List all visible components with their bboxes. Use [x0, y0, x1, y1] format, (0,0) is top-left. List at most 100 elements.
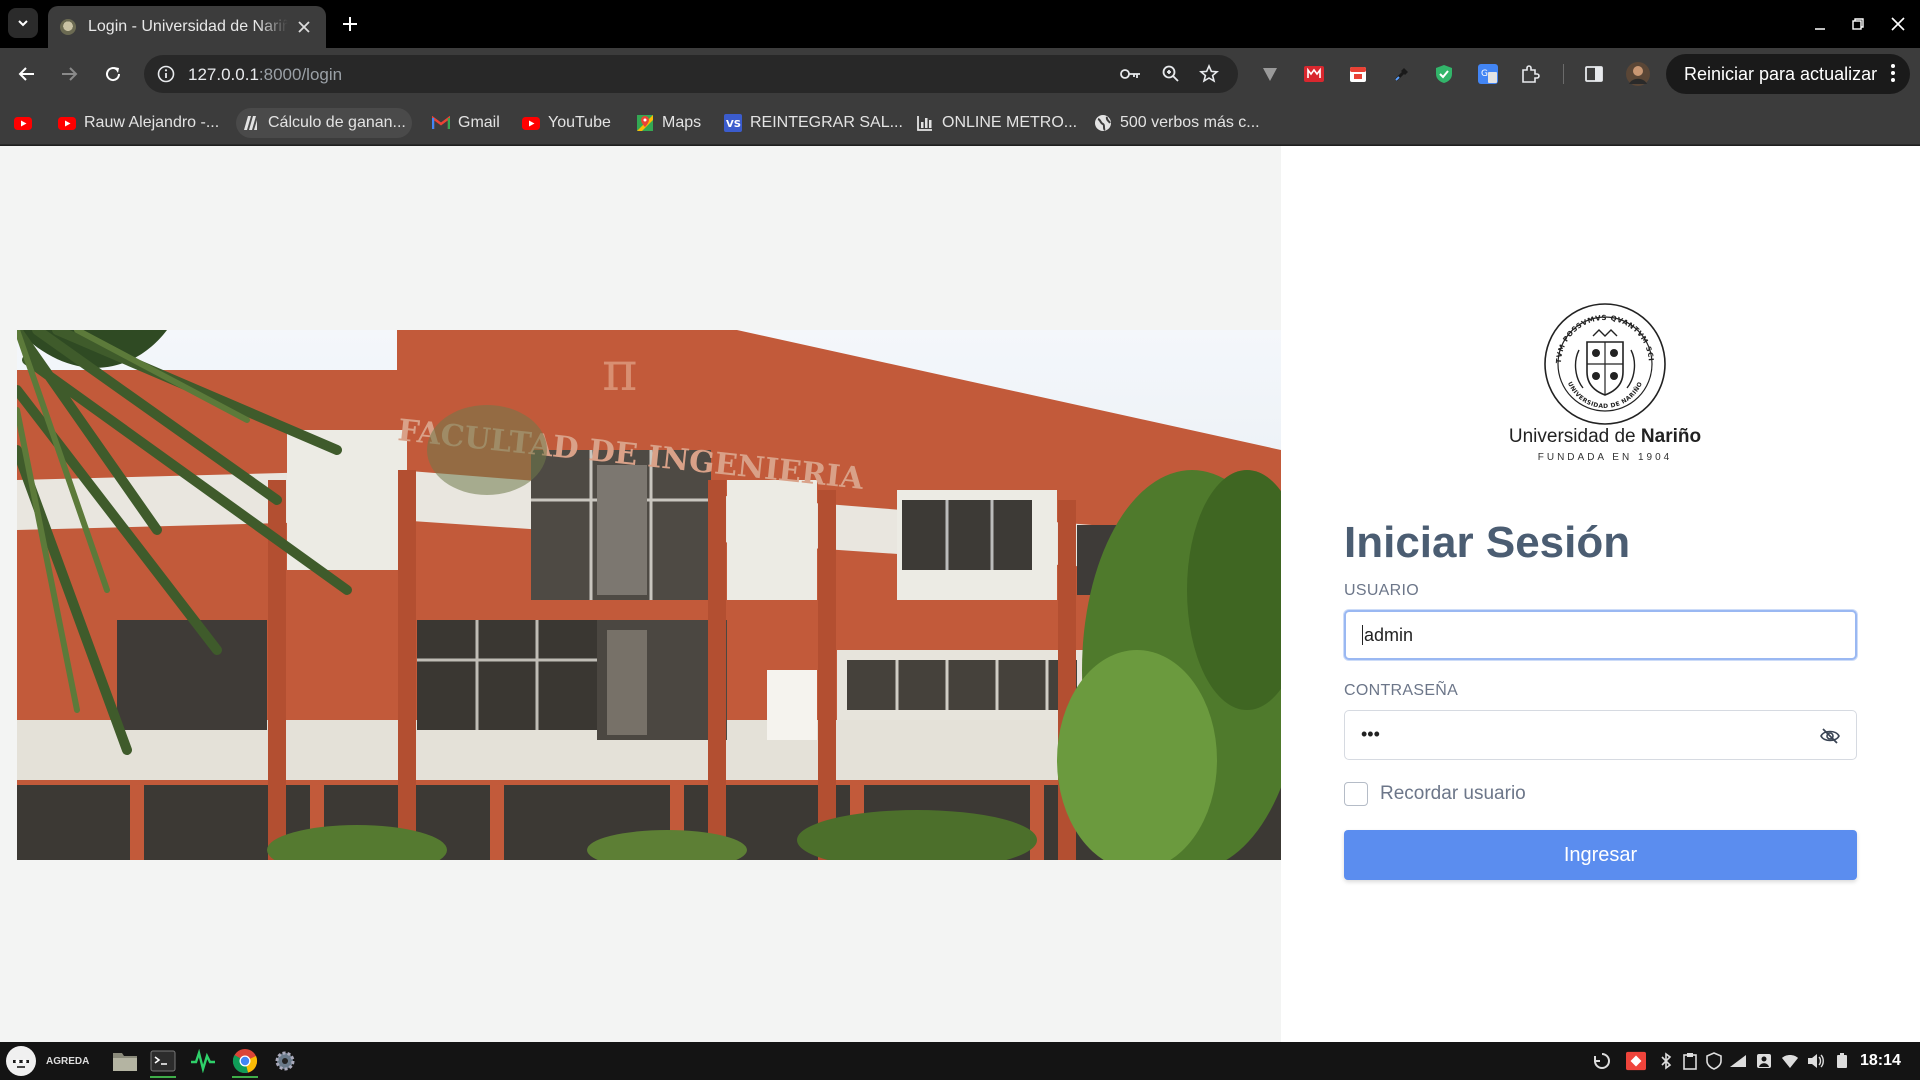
- battery-icon[interactable]: [1832, 1051, 1852, 1071]
- puzzle-extensions-icon[interactable]: [1518, 62, 1542, 86]
- bluetooth-icon[interactable]: [1656, 1051, 1676, 1071]
- shield-extension-icon[interactable]: [1432, 62, 1456, 86]
- svg-text:π: π: [602, 340, 638, 403]
- bookmark-item[interactable]: YouTube: [516, 108, 617, 138]
- tab-title: Login - Universidad de Nariño: [88, 18, 288, 35]
- bookmark-label: Cálculo de ganan...: [268, 114, 406, 131]
- relaunch-update-button[interactable]: Reiniciar para actualizar: [1666, 54, 1910, 94]
- mega-extension-icon[interactable]: [1302, 62, 1326, 86]
- page-content: FACULTAD DE INGENIERIA π TVM POSSVMVS QV…: [0, 146, 1920, 1042]
- login-title: Iniciar Sesión: [1344, 518, 1631, 567]
- user-avatar-icon: [6, 1046, 36, 1076]
- bookmark-star-icon[interactable]: [1198, 63, 1220, 85]
- gmail-icon: [432, 114, 450, 132]
- tab-search-button[interactable]: [8, 8, 38, 38]
- profile-avatar-icon[interactable]: [1626, 62, 1650, 86]
- password-value: •••: [1361, 724, 1380, 744]
- url-host: 127.0.0.1: [188, 65, 259, 84]
- bookmark-item[interactable]: 500 verbos más c...: [1088, 108, 1266, 138]
- clipboard-icon[interactable]: [1680, 1051, 1700, 1071]
- text-caret: [1362, 625, 1363, 645]
- username-label: USUARIO: [1344, 582, 1419, 599]
- bookmarks-bar: Rauw Alejandro -... Cálculo de ganan... …: [0, 100, 1920, 145]
- password-field[interactable]: •••: [1344, 710, 1857, 760]
- chevron-down-icon: [18, 20, 28, 27]
- bookmark-label: Maps: [662, 114, 702, 131]
- university-subtitle: FUNDADA EN 1904: [1537, 452, 1673, 463]
- new-tab-button[interactable]: [336, 10, 364, 38]
- arrow-left-icon: [18, 67, 34, 81]
- reload-icon: [106, 67, 121, 82]
- files-app-icon[interactable]: [108, 1044, 142, 1078]
- arrow-right-icon: [62, 67, 78, 81]
- bookmark-item[interactable]: Cálculo de ganan...: [236, 108, 412, 138]
- close-window-button[interactable]: [1884, 10, 1912, 38]
- url-path: :8000/login: [258, 65, 343, 84]
- active-tab[interactable]: Login - Universidad de Nariño: [48, 6, 326, 48]
- remember-user-row[interactable]: Recordar usuario: [1344, 782, 1526, 806]
- terminal-app-icon[interactable]: [146, 1044, 180, 1078]
- university-name-regular: Universidad de: [1508, 426, 1641, 447]
- close-icon: [1891, 17, 1905, 31]
- university-name: Universidad de Nariño: [1505, 426, 1705, 448]
- calendar-extension-icon[interactable]: [1346, 62, 1370, 86]
- chrome-app-icon[interactable]: [228, 1044, 262, 1078]
- user-menu[interactable]: AGREDA: [6, 1046, 89, 1076]
- bookmark-item[interactable]: Gmail: [426, 108, 506, 138]
- toolbar-separator: [1563, 64, 1564, 84]
- vimeo-extension-icon[interactable]: [1258, 62, 1282, 86]
- username-value-wrap: admin: [1362, 625, 1413, 646]
- login-submit-button[interactable]: Ingresar: [1344, 830, 1857, 880]
- volume-icon[interactable]: [1806, 1051, 1826, 1071]
- bookmark-item[interactable]: Maps: [630, 108, 707, 138]
- svg-text:VS: VS: [726, 119, 741, 130]
- more-vert-icon[interactable]: [1890, 63, 1896, 88]
- settings-app-icon[interactable]: [268, 1044, 302, 1078]
- bookmark-item[interactable]: Rauw Alejandro -...: [52, 108, 225, 138]
- key-icon[interactable]: [1120, 63, 1142, 85]
- site-info-icon[interactable]: [154, 62, 178, 86]
- browser-toolbar: 127.0.0.1:8000/login G Reiniciar para ac…: [0, 48, 1920, 100]
- zoom-icon[interactable]: [1160, 63, 1182, 85]
- restore-button[interactable]: [1844, 10, 1872, 38]
- shield-tray-icon[interactable]: [1704, 1051, 1724, 1071]
- sync-icon[interactable]: [1592, 1051, 1612, 1071]
- eyedropper-extension-icon[interactable]: [1390, 62, 1414, 86]
- taskbar-clock[interactable]: 18:14: [1860, 1052, 1901, 1070]
- url-text: 127.0.0.1:8000/login: [188, 65, 342, 85]
- youtube-icon: [522, 114, 540, 132]
- network-tray-icon[interactable]: [1728, 1051, 1748, 1071]
- maps-icon: [636, 114, 654, 132]
- remember-user-label[interactable]: Recordar usuario: [1380, 783, 1526, 805]
- bookmark-item[interactable]: ONLINE METRO...: [910, 108, 1083, 138]
- close-tab-icon[interactable]: [294, 17, 314, 37]
- side-panel-icon[interactable]: [1582, 62, 1606, 86]
- bookmark-label: ONLINE METRO...: [942, 114, 1078, 131]
- remember-user-checkbox[interactable]: [1344, 782, 1368, 806]
- forward-button[interactable]: [52, 57, 86, 91]
- user-tray-icon[interactable]: [1754, 1051, 1774, 1071]
- reload-button[interactable]: [96, 57, 130, 91]
- university-seal-icon: TANTVM POSSVMVS QVANTVM SCIMVS UNIVERSID…: [1543, 302, 1666, 425]
- bookmark-item[interactable]: [8, 108, 46, 138]
- anydesk-icon[interactable]: [1626, 1051, 1646, 1071]
- minimize-button[interactable]: [1806, 10, 1834, 38]
- bookmark-item[interactable]: VS REINTEGRAR SAL...: [718, 108, 909, 138]
- translate-extension-icon[interactable]: G: [1476, 62, 1500, 86]
- username-field[interactable]: admin: [1344, 610, 1857, 660]
- youtube-icon: [58, 114, 76, 132]
- login-panel: TANTVM POSSVMVS QVANTVM SCIMVS UNIVERSID…: [1281, 146, 1920, 1042]
- minimize-icon: [1815, 28, 1825, 30]
- svg-text:G: G: [1481, 69, 1488, 79]
- bookmark-label: YouTube: [548, 114, 611, 131]
- eye-off-icon[interactable]: [1818, 724, 1842, 748]
- address-bar[interactable]: 127.0.0.1:8000/login: [144, 55, 1238, 93]
- plus-icon: [343, 17, 357, 31]
- back-button[interactable]: [10, 57, 44, 91]
- wifi-icon[interactable]: [1780, 1051, 1800, 1071]
- building-illustration: FACULTAD DE INGENIERIA π: [17, 330, 1281, 860]
- university-logo: TANTVM POSSVMVS QVANTVM SCIMVS UNIVERSID…: [1505, 302, 1705, 472]
- system-monitor-icon[interactable]: [186, 1044, 220, 1078]
- document-icon: [242, 114, 260, 132]
- youtube-icon: [14, 114, 32, 132]
